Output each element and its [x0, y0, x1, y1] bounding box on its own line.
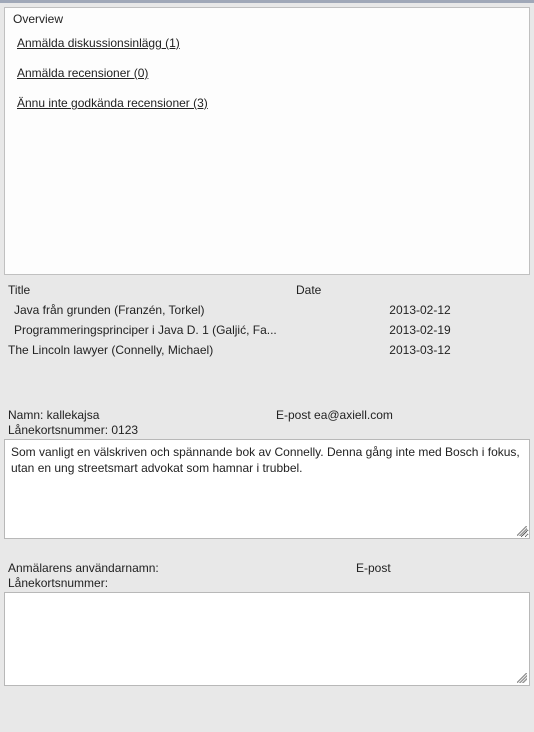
review-text: Som vanligt en välskriven och spännande … — [11, 445, 520, 475]
resize-grip-icon[interactable] — [517, 526, 527, 536]
table-header-row: Title Date — [4, 281, 530, 300]
cell-date: 2013-02-19 — [320, 323, 520, 337]
overview-panel: Overview Anmälda diskussionsinlägg (1) A… — [4, 7, 530, 275]
link-reported-discussions[interactable]: Anmälda diskussionsinlägg (1) — [17, 36, 517, 50]
table-row[interactable]: The Lincoln lawyer (Connelly, Michael) 2… — [4, 340, 530, 360]
user-info-section: Namn: kallekajsa E-post ea@axiell.com Lå… — [4, 408, 530, 437]
user-card-label: Lånekortsnummer: 0123 — [8, 423, 526, 437]
cell-title: The Lincoln lawyer (Connelly, Michael) — [8, 343, 320, 357]
cell-title: Java från grunden (Franzén, Torkel) — [14, 303, 320, 317]
reporter-username-label: Anmälarens användarnamn: — [8, 561, 356, 575]
column-header-date[interactable]: Date — [296, 283, 526, 297]
link-pending-reviews[interactable]: Ännu inte godkända recensioner (3) — [17, 96, 517, 110]
user-name-label: Namn: kallekajsa — [8, 408, 276, 422]
reporter-email-label: E-post — [356, 561, 526, 575]
cell-title: Programmeringsprinciper i Java D. 1 (Gal… — [14, 323, 320, 337]
reporter-textarea[interactable] — [4, 592, 530, 686]
column-header-title[interactable]: Title — [8, 283, 296, 297]
reporter-card-label: Lånekortsnummer: — [8, 576, 526, 590]
link-reported-reviews[interactable]: Anmälda recensioner (0) — [17, 66, 517, 80]
overview-title: Overview — [13, 12, 521, 26]
reporter-info-section: Anmälarens användarnamn: E-post Lånekort… — [4, 561, 530, 590]
cell-date: 2013-03-12 — [320, 343, 520, 357]
resize-grip-icon[interactable] — [517, 673, 527, 683]
cell-date: 2013-02-12 — [320, 303, 520, 317]
review-textarea[interactable]: Som vanligt en välskriven och spännande … — [4, 439, 530, 539]
results-table: Title Date Java från grunden (Franzén, T… — [4, 281, 530, 360]
user-email-label: E-post ea@axiell.com — [276, 408, 526, 422]
table-row[interactable]: Java från grunden (Franzén, Torkel) 2013… — [4, 300, 530, 320]
table-row[interactable]: Programmeringsprinciper i Java D. 1 (Gal… — [4, 320, 530, 340]
